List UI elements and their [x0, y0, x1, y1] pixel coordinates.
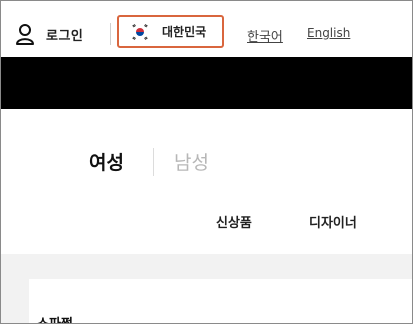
language-link-korean[interactable]: 한국어 [247, 26, 283, 45]
utility-bar: 로그인 대한민국 한국어 English [1, 1, 412, 57]
language-link-english[interactable]: English [307, 26, 350, 40]
tab-women[interactable]: 여성 [89, 148, 124, 175]
nav-item-designers[interactable]: 디자이너 [309, 212, 357, 231]
main-navigation: 여성 남성 신상품 디자이너 [1, 109, 412, 254]
content-card [29, 279, 412, 323]
login-label: 로그인 [46, 28, 84, 44]
divider [110, 23, 111, 45]
nav-item-new-arrivals[interactable]: 신상품 [216, 212, 252, 231]
header-band [1, 57, 412, 109]
card-title: 스파쩍 [37, 313, 73, 323]
login-link[interactable]: 로그인 [15, 21, 83, 47]
browser-viewport: 로그인 대한민국 한국어 English 여성 남성 신상품 디자이너 [0, 0, 413, 324]
country-label: 대한민국 [162, 25, 207, 39]
tab-divider [153, 148, 154, 176]
user-icon [16, 24, 34, 45]
tab-men[interactable]: 남성 [174, 148, 209, 175]
content-area: 스파쩍 [1, 254, 412, 323]
korea-flag-icon [132, 23, 148, 40]
country-selector-button[interactable]: 대한민국 [117, 15, 224, 48]
